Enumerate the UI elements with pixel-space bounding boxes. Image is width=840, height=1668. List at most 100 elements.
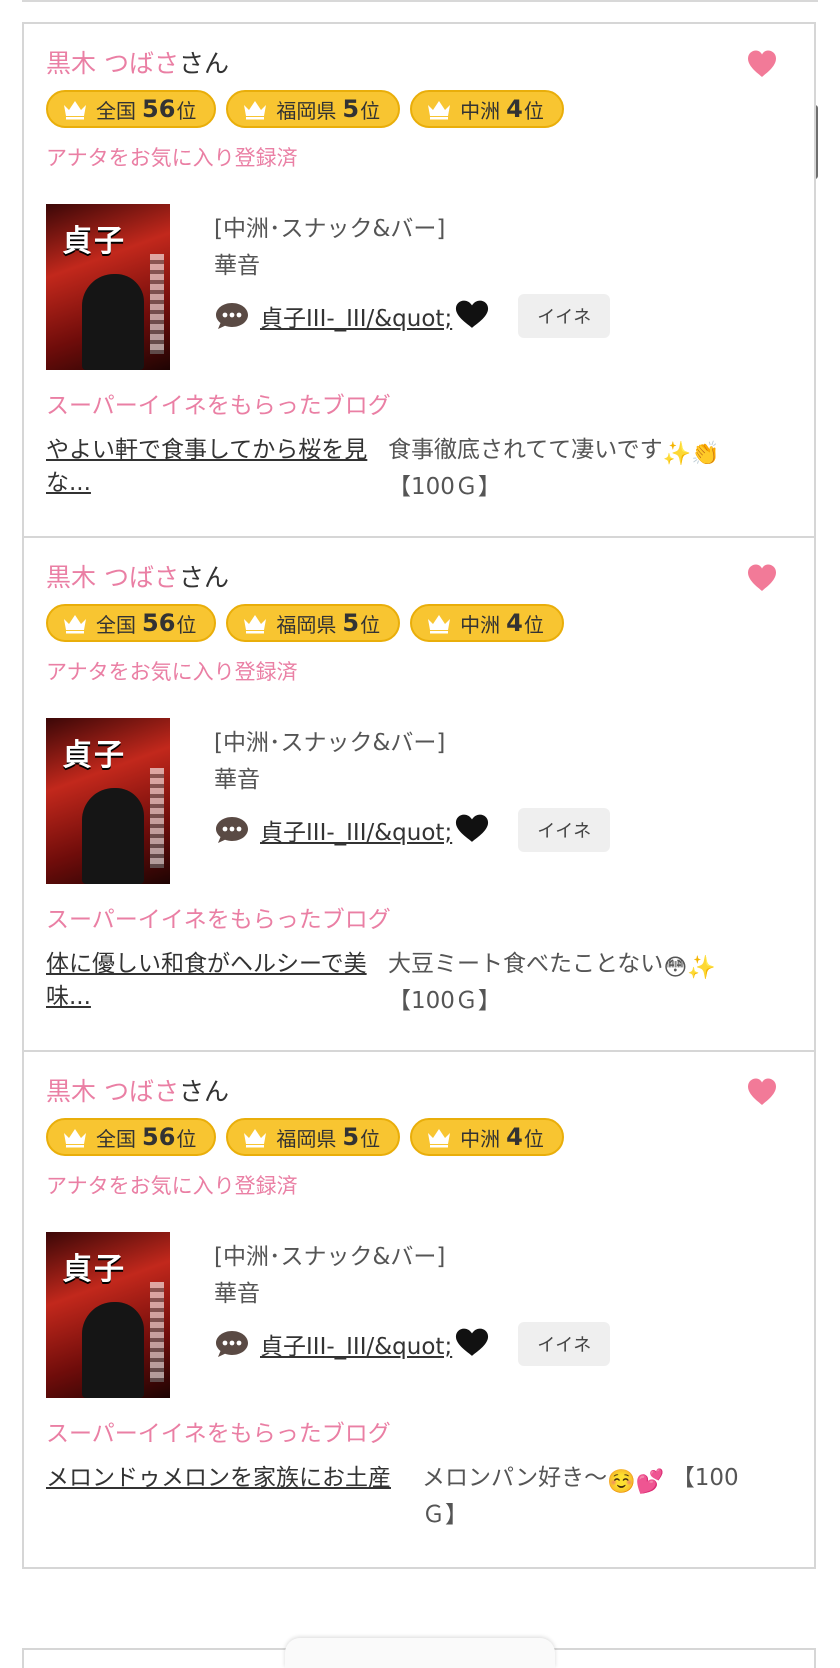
name-suffix: さん: [178, 1077, 229, 1106]
rank-badge-national[interactable]: 全国 56 位: [46, 604, 217, 642]
shop-name: 華音: [214, 253, 260, 279]
comment-text: 貞子III-_III/&quot;: [260, 1334, 453, 1360]
badge-area: 全国: [96, 98, 136, 123]
like-button[interactable]: イイネ: [518, 294, 611, 338]
badge-unit: 位: [360, 98, 381, 123]
comment-text: 貞子III-_III/&quot;: [260, 306, 453, 332]
badge-area: 中洲: [460, 98, 501, 123]
blog-comment-text: 食事徹底されてて凄いです: [388, 437, 663, 463]
comment-row: 貞子III-_III/&quot; イイネ: [214, 808, 611, 852]
cast-card: 黒木 つばささん 全国 56 位 福岡県 5 位 中洲 4 位 アナタをお気に入り登録済 貞…: [22, 22, 816, 541]
like-button[interactable]: イイネ: [518, 808, 611, 852]
name-suffix: さん: [178, 563, 229, 592]
badge-rank: 5: [342, 1123, 360, 1151]
badge-rank: 56: [142, 609, 176, 637]
cast-photo[interactable]: 貞子: [46, 204, 170, 370]
badge-unit: 位: [176, 98, 197, 123]
comment-link[interactable]: 貞子III-_III/&quot;: [260, 813, 500, 847]
badge-area: 福岡県: [276, 1126, 337, 1151]
blog-title-link[interactable]: やよい軒で食事してから桜を見な...: [46, 434, 376, 500]
badge-rank: 5: [342, 95, 360, 123]
super-like-section-label: スーパーイイネをもらったブログ: [46, 907, 391, 933]
rank-badge-area[interactable]: 中洲 4 位: [410, 90, 564, 128]
heart-icon[interactable]: [746, 562, 778, 594]
comment-link[interactable]: 貞子III-_III/&quot;: [260, 299, 500, 333]
badge-area: 全国: [96, 612, 136, 637]
cast-name-link[interactable]: 黒木 つばさ: [46, 563, 179, 592]
rank-badge-prefecture[interactable]: 福岡県 5 位: [226, 1118, 401, 1156]
black-heart-icon: [456, 1328, 489, 1356]
blog-comment-text: 大豆ミート食べたことない: [388, 951, 664, 977]
speech-bubble-icon: [216, 1331, 248, 1357]
cast-photo[interactable]: 貞子: [46, 718, 170, 884]
photo-title-text: 貞子: [62, 1252, 126, 1287]
shop-name: 華音: [214, 1281, 260, 1307]
cast-card: 黒木 つばささん 全国 56 位 福岡県 5 位 中洲 4 位 アナタをお気に入り登録済 貞…: [22, 1050, 816, 1569]
crown-icon: [244, 615, 267, 634]
photo-figure: [82, 1302, 144, 1398]
favorite-status: アナタをお気に入り登録済: [46, 146, 298, 170]
crown-icon: [428, 1129, 451, 1148]
blog-title-link[interactable]: メロンドゥメロンを家族にお土産: [46, 1462, 398, 1495]
heart-icon[interactable]: [746, 48, 778, 80]
rank-badge-area[interactable]: 中洲 4 位: [410, 604, 564, 642]
speech-bubble-icon: [216, 817, 248, 843]
shop-category: [中洲･スナック&バー]: [214, 216, 446, 242]
badge-rank: 4: [506, 1123, 523, 1151]
cast-name-line: 黒木 つばささん: [46, 1076, 229, 1108]
rank-badge-prefecture[interactable]: 福岡県 5 位: [226, 90, 401, 128]
crown-icon: [64, 1129, 86, 1148]
badge-area: 全国: [96, 1126, 136, 1151]
cast-card: 黒木 つばささん 全国 56 位 福岡県 5 位 中洲 4 位 アナタをお気に入り登録済 貞…: [22, 536, 816, 1055]
crown-icon: [244, 1129, 267, 1148]
badge-unit: 位: [523, 612, 544, 637]
photo-film-strip: [150, 1282, 164, 1382]
rank-badge-area[interactable]: 中洲 4 位: [410, 1118, 564, 1156]
heart-icon[interactable]: [746, 1076, 778, 1108]
blog-title-link[interactable]: 体に優しい和食がヘルシーで美味...: [46, 948, 376, 1014]
badge-rank: 5: [342, 609, 360, 637]
photo-title-text: 貞子: [62, 738, 126, 773]
black-heart-icon: [456, 300, 489, 328]
ranking-badges: 全国 56 位 福岡県 5 位 中洲 4 位: [46, 1118, 564, 1156]
badge-area: 福岡県: [276, 612, 337, 637]
favorite-status: アナタをお気に入り登録済: [46, 660, 298, 684]
super-like-section-label: スーパーイイネをもらったブログ: [46, 393, 391, 419]
name-suffix: さん: [178, 49, 229, 78]
shop-name: 華音: [214, 767, 260, 793]
floating-bottom-bar[interactable]: [285, 1638, 555, 1668]
badge-unit: 位: [176, 612, 197, 637]
photo-figure: [82, 788, 144, 884]
cast-name-link[interactable]: 黒木 つばさ: [46, 1077, 179, 1106]
favorite-status: アナタをお気に入り登録済: [46, 1174, 298, 1198]
photo-title-text: 貞子: [62, 224, 126, 259]
cast-name-line: 黒木 つばささん: [46, 562, 229, 594]
blog-points: 【100Ｇ】: [388, 474, 501, 500]
rank-badge-prefecture[interactable]: 福岡県 5 位: [226, 604, 401, 642]
super-like-section-label: スーパーイイネをもらったブログ: [46, 1421, 391, 1447]
rank-badge-national[interactable]: 全国 56 位: [46, 1118, 217, 1156]
blog-comment: 食事徹底されてて凄いです✨👏 【100Ｇ】: [388, 434, 768, 504]
badge-unit: 位: [523, 1126, 544, 1151]
comment-row: 貞子III-_III/&quot; イイネ: [214, 294, 611, 338]
badge-rank: 56: [142, 1123, 176, 1151]
rank-badge-national[interactable]: 全国 56 位: [46, 90, 217, 128]
cast-name-link[interactable]: 黒木 つばさ: [46, 49, 179, 78]
crown-icon: [428, 615, 451, 634]
crown-icon: [64, 101, 86, 120]
like-button[interactable]: イイネ: [518, 1322, 611, 1366]
badge-unit: 位: [523, 98, 544, 123]
comment-text: 貞子III-_III/&quot;: [260, 820, 453, 846]
badge-rank: 4: [506, 95, 523, 123]
speech-bubble-icon: [216, 303, 248, 329]
badge-rank: 4: [506, 609, 523, 637]
photo-figure: [82, 274, 144, 370]
ranking-badges: 全国 56 位 福岡県 5 位 中洲 4 位: [46, 90, 564, 128]
photo-film-strip: [150, 768, 164, 868]
badge-area: 中洲: [460, 1126, 501, 1151]
photo-film-strip: [150, 254, 164, 354]
ranking-badges: 全国 56 位 福岡県 5 位 中洲 4 位: [46, 604, 564, 642]
comment-row: 貞子III-_III/&quot; イイネ: [214, 1322, 611, 1366]
cast-photo[interactable]: 貞子: [46, 1232, 170, 1398]
comment-link[interactable]: 貞子III-_III/&quot;: [260, 1327, 500, 1361]
